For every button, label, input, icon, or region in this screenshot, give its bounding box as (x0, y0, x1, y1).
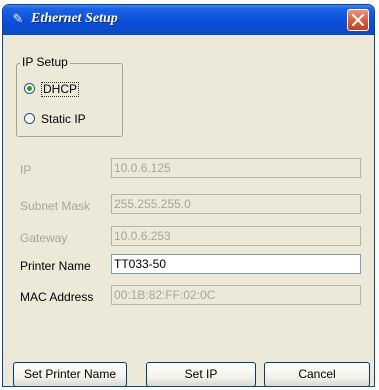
ip-field: 10.0.6.125 (111, 158, 361, 178)
dhcp-radio-option[interactable]: DHCP (24, 82, 104, 98)
mac-address-field: 00:1B:82:FF:02:0C (111, 285, 361, 305)
static-ip-radio[interactable] (24, 113, 35, 124)
title-bar[interactable]: ✎ Ethernet Setup (3, 5, 374, 35)
set-ip-button[interactable]: Set IP (146, 362, 256, 386)
close-icon (352, 14, 364, 26)
gateway-field: 10.0.6.253 (111, 226, 361, 246)
radio-selected-dot (27, 86, 32, 91)
subnet-mask-field: 255.255.255.0 (111, 194, 361, 214)
dhcp-radio[interactable] (24, 83, 35, 94)
window-title: Ethernet Setup (31, 11, 118, 26)
window-icon: ✎ (12, 11, 24, 26)
subnet-mask-label: Subnet Mask (20, 199, 91, 213)
cancel-button[interactable]: Cancel (264, 362, 370, 386)
close-button[interactable] (347, 9, 369, 31)
set-printer-name-button[interactable]: Set Printer Name (13, 362, 127, 386)
printer-name-input[interactable]: TT033-50 (111, 254, 361, 274)
gateway-label: Gateway (20, 231, 68, 245)
static-ip-radio-option[interactable]: Static IP (24, 112, 114, 128)
static-ip-label[interactable]: Static IP (41, 112, 86, 126)
ethernet-setup-dialog: ✎ Ethernet Setup IP Setup DHCP Static IP… (2, 4, 375, 387)
printer-name-label: Printer Name (20, 259, 91, 273)
dhcp-label[interactable]: DHCP (41, 82, 80, 97)
ip-label: IP (20, 163, 32, 177)
ip-setup-legend: IP Setup (20, 55, 70, 69)
mac-address-label: MAC Address (20, 290, 94, 304)
dialog-body: IP Setup DHCP Static IP IP 10.0.6.125 Su… (6, 35, 371, 386)
